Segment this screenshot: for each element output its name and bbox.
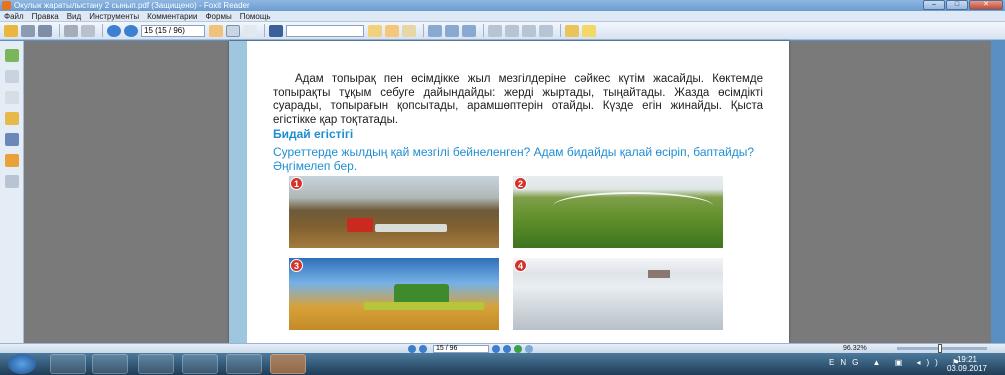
typewriter-icon[interactable] bbox=[488, 24, 502, 37]
plow-shape bbox=[375, 224, 447, 232]
hand-tool-icon[interactable] bbox=[209, 24, 223, 37]
find-binoculars-icon[interactable] bbox=[269, 24, 283, 37]
photo-snow-field: 4 bbox=[513, 258, 723, 330]
attachments-icon[interactable] bbox=[4, 133, 19, 146]
snapshot-icon[interactable] bbox=[243, 24, 257, 37]
yandex-browser-taskbar-icon[interactable] bbox=[50, 354, 86, 374]
print-icon[interactable] bbox=[64, 24, 78, 37]
toolbar-separator bbox=[483, 24, 484, 37]
info-icon[interactable] bbox=[565, 24, 579, 37]
combine-body-shape bbox=[394, 284, 449, 304]
main-toolbar: 15 (15 / 96) bbox=[0, 22, 1005, 40]
file-explorer-taskbar-icon[interactable] bbox=[92, 354, 128, 374]
media-player-taskbar-icon[interactable] bbox=[226, 354, 262, 374]
comments-panel-icon[interactable] bbox=[4, 112, 19, 125]
comment-icon[interactable] bbox=[582, 24, 596, 37]
window-title: Окулык жаратылыстану 2 сынып.pdf (Защище… bbox=[14, 1, 250, 10]
rotate-icon[interactable] bbox=[445, 24, 459, 37]
zoom-slider-thumb[interactable] bbox=[938, 344, 942, 353]
note-icon[interactable] bbox=[385, 24, 399, 37]
status-bar: 15 / 96 96.32% bbox=[0, 343, 1005, 353]
clock-time: 19:21 bbox=[956, 355, 978, 364]
navigation-sidebar bbox=[0, 41, 24, 343]
photo-number-badge: 2 bbox=[514, 177, 527, 190]
clock[interactable]: 19:21 03.09.2017 bbox=[943, 355, 991, 373]
shapes-icon[interactable] bbox=[539, 24, 553, 37]
prev-page-icon[interactable] bbox=[419, 345, 427, 353]
forward-arrow-icon[interactable] bbox=[525, 345, 533, 353]
photo-number-badge: 4 bbox=[514, 259, 527, 272]
pdf-page: Адам топырақ пен өсімдікке жыл мезгілдер… bbox=[229, 41, 789, 343]
toolbar-separator bbox=[264, 24, 265, 37]
photo-number-badge: 3 bbox=[290, 259, 303, 272]
question-text: Суреттерде жылдың қай мезгілі бейнеленге… bbox=[273, 145, 755, 173]
close-button[interactable]: ✕ bbox=[969, 0, 1003, 10]
page-left-band bbox=[229, 41, 247, 343]
chrome-taskbar-icon[interactable] bbox=[138, 354, 174, 374]
menu-bar: Файл Правка Вид Инструменты Комментарии … bbox=[0, 11, 1005, 22]
title-bar: Окулык жаратылыстану 2 сынып.pdf (Защище… bbox=[0, 0, 1005, 11]
last-page-icon[interactable] bbox=[503, 345, 511, 353]
highlight-icon[interactable] bbox=[368, 24, 382, 37]
textbox-icon[interactable] bbox=[522, 24, 536, 37]
photo-irrigation: 2 bbox=[513, 176, 723, 248]
next-page-icon[interactable] bbox=[124, 24, 138, 37]
window-controls: – □ ✕ bbox=[923, 0, 1003, 10]
zoom-slider[interactable] bbox=[897, 347, 987, 350]
save-all-icon[interactable] bbox=[38, 24, 52, 37]
farm-building-shape bbox=[648, 270, 670, 278]
layers-icon[interactable] bbox=[4, 91, 19, 104]
security-lock-icon[interactable] bbox=[4, 154, 19, 167]
email-icon[interactable] bbox=[81, 24, 95, 37]
fit-page-icon[interactable] bbox=[462, 24, 476, 37]
word-taskbar-icon[interactable] bbox=[182, 354, 218, 374]
start-button[interactable] bbox=[8, 354, 36, 374]
photo-combine: 3 bbox=[289, 258, 499, 330]
signatures-icon[interactable] bbox=[4, 175, 19, 188]
zoom-in-icon[interactable] bbox=[428, 24, 442, 37]
windows-taskbar: ENG ▲ ▣ ◂)) ⚑ 19:21 03.09.2017 bbox=[0, 353, 1005, 375]
page-navigation: 15 / 96 bbox=[408, 345, 536, 353]
menu-forms[interactable]: Формы bbox=[205, 12, 231, 21]
document-viewer[interactable]: Адам топырақ пен өсімдікке жыл мезгілдер… bbox=[24, 41, 991, 343]
open-folder-icon[interactable] bbox=[4, 24, 18, 37]
menu-help[interactable]: Помощь bbox=[240, 12, 271, 21]
toolbar-separator bbox=[423, 24, 424, 37]
prev-page-icon[interactable] bbox=[107, 24, 121, 37]
menu-view[interactable]: Вид bbox=[67, 12, 81, 21]
bookmarks-icon[interactable] bbox=[4, 70, 19, 83]
foxit-app-icon bbox=[2, 1, 11, 10]
toolbar-separator bbox=[59, 24, 60, 37]
status-page-input[interactable]: 15 / 96 bbox=[433, 345, 489, 353]
zoom-level: 96.32% bbox=[843, 345, 867, 352]
next-page-icon[interactable] bbox=[492, 345, 500, 353]
minimize-button[interactable]: – bbox=[923, 0, 945, 10]
section-heading: Бидай егістігі bbox=[273, 127, 354, 141]
save-icon[interactable] bbox=[21, 24, 35, 37]
menu-tools[interactable]: Инструменты bbox=[89, 12, 139, 21]
tractor-shape bbox=[347, 218, 373, 232]
menu-comments[interactable]: Комментарии bbox=[147, 12, 197, 21]
toolbar-separator bbox=[102, 24, 103, 37]
clock-date: 03.09.2017 bbox=[946, 364, 988, 373]
select-text-icon[interactable] bbox=[226, 24, 240, 37]
foxit-taskbar-icon[interactable] bbox=[270, 354, 306, 374]
search-input[interactable] bbox=[286, 24, 364, 37]
sprinkler-spray-shape bbox=[553, 192, 713, 220]
page-number-input[interactable]: 15 (15 / 96) bbox=[141, 24, 205, 37]
combine-header-shape bbox=[364, 302, 484, 310]
photo-number-badge: 1 bbox=[290, 177, 303, 190]
menu-file[interactable]: Файл bbox=[4, 12, 24, 21]
photo-tractor: 1 bbox=[289, 176, 499, 248]
stamp-icon[interactable] bbox=[402, 24, 416, 37]
pages-panel-icon[interactable] bbox=[4, 49, 19, 62]
toolbar-separator bbox=[560, 24, 561, 37]
menu-edit[interactable]: Правка bbox=[32, 12, 59, 21]
callout-icon[interactable] bbox=[505, 24, 519, 37]
maximize-button[interactable]: □ bbox=[946, 0, 968, 10]
back-arrow-icon[interactable] bbox=[514, 345, 522, 353]
body-paragraph: Адам топырақ пен өсімдікке жыл мезгілдер… bbox=[273, 73, 763, 126]
first-page-icon[interactable] bbox=[408, 345, 416, 353]
